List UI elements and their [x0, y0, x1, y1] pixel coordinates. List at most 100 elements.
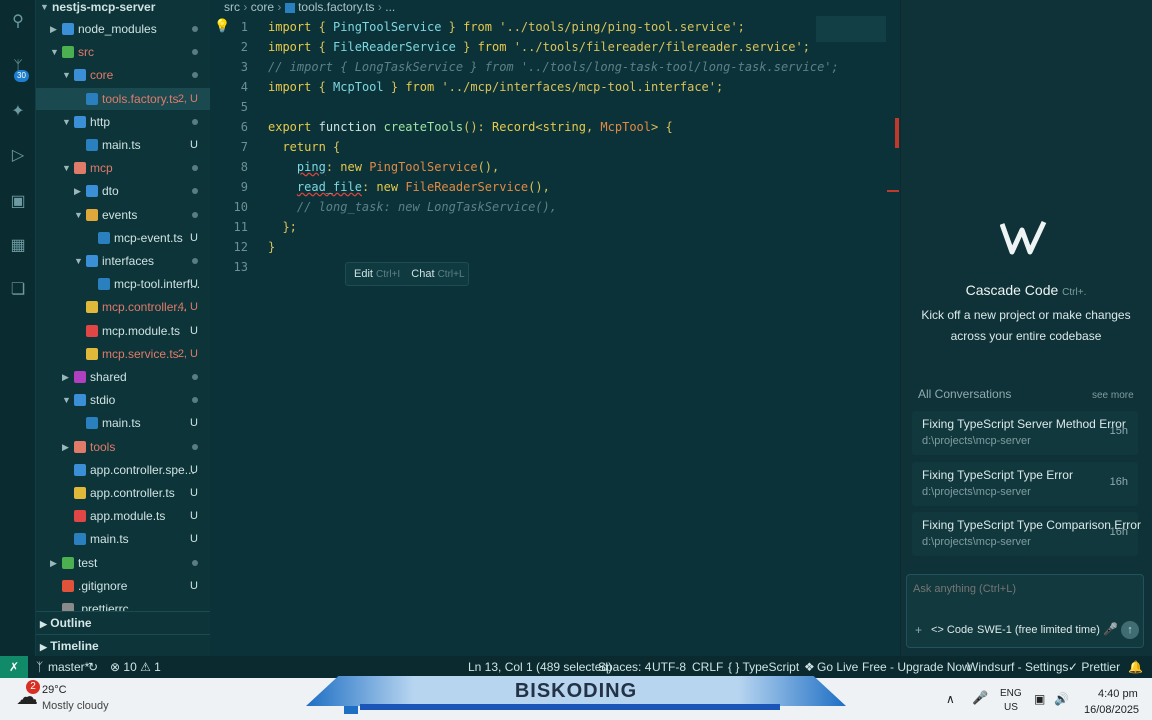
- tree-item[interactable]: ▶ node_modules: [36, 18, 210, 40]
- conversation-item[interactable]: Fixing TypeScript Server Method Error d:\…: [912, 411, 1138, 455]
- tree-item[interactable]: ▼ mcp: [36, 157, 210, 179]
- breadcrumb-file[interactable]: tools.factory.ts: [298, 0, 374, 14]
- cursor-position[interactable]: Ln 13, Col 1 (489 selected): [468, 656, 612, 678]
- problems-count[interactable]: ⊗ 10 ⚠ 1: [110, 656, 161, 678]
- chevron-down-icon[interactable]: ▼: [62, 111, 71, 133]
- tree-item[interactable]: app.controller.ts U: [36, 482, 210, 504]
- tray-up-icon[interactable]: ∧: [946, 692, 955, 706]
- language-mode[interactable]: { } TypeScript: [728, 656, 799, 678]
- ask-box[interactable]: + <> Code SWE-1 (free limited time) 🎤 ↑: [906, 574, 1144, 648]
- search-icon[interactable]: ⚲: [8, 12, 28, 32]
- tree-item[interactable]: ▶ test: [36, 552, 210, 574]
- folder-icon: [74, 394, 86, 407]
- git-status: [192, 250, 198, 272]
- tree-item[interactable]: main.ts U: [36, 412, 210, 434]
- breadcrumb-src[interactable]: src: [224, 0, 240, 14]
- encoding[interactable]: UTF-8: [652, 656, 686, 678]
- conversation-item[interactable]: Fixing TypeScript Type Comparison Error d…: [912, 512, 1141, 556]
- branch-name[interactable]: master*: [48, 656, 89, 678]
- hint-chat[interactable]: Chat: [411, 268, 434, 280]
- upgrade-button[interactable]: Free - Upgrade Now: [862, 656, 971, 678]
- tree-item[interactable]: mcp.controller... 4, U: [36, 296, 210, 318]
- indentation[interactable]: Spaces: 4: [598, 656, 651, 678]
- remote-explorer-icon[interactable]: ▣: [8, 192, 28, 212]
- git-status: 2, U: [177, 92, 198, 105]
- extensions-icon[interactable]: ▦: [8, 236, 28, 256]
- chevron-down-icon[interactable]: ▼: [62, 64, 71, 86]
- tree-item[interactable]: ▼ events: [36, 204, 210, 226]
- code-mode-toggle[interactable]: <> Code: [931, 624, 973, 636]
- microphone-tray-icon[interactable]: 🎤: [972, 690, 988, 706]
- chevron-right-icon[interactable]: ▶: [62, 366, 69, 388]
- clock-date[interactable]: 16/08/2025: [1084, 704, 1139, 716]
- sync-icon[interactable]: ↻: [88, 656, 98, 678]
- tree-item[interactable]: main.ts U: [36, 134, 210, 156]
- breadcrumb-core[interactable]: core: [251, 0, 274, 14]
- chevron-down-icon[interactable]: ▼: [74, 204, 83, 226]
- chevron-right-icon[interactable]: ▶: [50, 552, 57, 574]
- prettier-status[interactable]: ✓ Prettier: [1068, 656, 1120, 678]
- language-indicator[interactable]: ENG: [1000, 688, 1022, 699]
- tree-item[interactable]: mcp-event.ts U: [36, 227, 210, 249]
- chevron-down-icon[interactable]: ▼: [62, 157, 71, 179]
- debug-icon[interactable]: ✦: [8, 102, 28, 122]
- modified-dot: [192, 211, 198, 218]
- chevron-right-icon[interactable]: ▶: [50, 18, 57, 40]
- tree-item[interactable]: app.controller.spe... U: [36, 459, 210, 481]
- explorer-root[interactable]: ▼ nestjs-mcp-server: [36, 0, 210, 18]
- ask-input[interactable]: [913, 583, 1133, 595]
- tree-item[interactable]: mcp.service.ts 2, U: [36, 343, 210, 365]
- tree-item-label: app.module.ts: [90, 509, 166, 524]
- run-icon[interactable]: ▷: [8, 146, 28, 166]
- model-selector[interactable]: SWE-1 (free limited time): [977, 624, 1100, 636]
- tree-item[interactable]: app.module.ts U: [36, 505, 210, 527]
- tree-item[interactable]: ▶ dto: [36, 180, 210, 202]
- breadcrumb-more[interactable]: ...: [385, 0, 395, 14]
- bell-icon[interactable]: 🔔: [1128, 656, 1143, 678]
- tree-item[interactable]: ▶ tools: [36, 436, 210, 458]
- tree-item[interactable]: .gitignore U: [36, 575, 210, 597]
- file-icon: [86, 139, 98, 151]
- remote-icon[interactable]: ✗: [0, 656, 28, 678]
- editor-area[interactable]: [210, 0, 900, 656]
- timeline-section[interactable]: ▶ Timeline: [36, 634, 210, 656]
- hint-edit[interactable]: Edit: [354, 268, 373, 280]
- outline-section[interactable]: ▶ Outline: [36, 611, 210, 633]
- chevron-down-icon[interactable]: ▼: [50, 41, 59, 63]
- tree-item[interactable]: ▶ shared: [36, 366, 210, 388]
- network-icon[interactable]: ▣: [1034, 692, 1045, 706]
- minimap[interactable]: [816, 16, 886, 42]
- tree-item[interactable]: main.ts U: [36, 528, 210, 550]
- see-more-link[interactable]: see more: [1092, 390, 1134, 401]
- microphone-icon[interactable]: 🎤: [1103, 622, 1118, 636]
- tree-item[interactable]: ▼ interfaces: [36, 250, 210, 272]
- file-icon: [74, 463, 86, 476]
- code-line-4: import { McpTool } from '../mcp/interfac…: [268, 80, 724, 94]
- tree-item[interactable]: mcp-tool.interf... U: [36, 273, 210, 295]
- modified-dot: [192, 118, 198, 125]
- weather-desc[interactable]: Mostly cloudy: [42, 700, 109, 712]
- tree-item-label: mcp.module.ts: [102, 323, 181, 338]
- tree-item[interactable]: ▼ stdio: [36, 389, 210, 411]
- weather-temp[interactable]: 29°C: [42, 684, 67, 696]
- conversation-item[interactable]: Fixing TypeScript Type Error d:\projects\…: [912, 461, 1138, 506]
- volume-icon[interactable]: 🔊: [1054, 692, 1069, 706]
- tree-item[interactable]: ▼ http: [36, 111, 210, 133]
- add-context-button[interactable]: +: [915, 623, 922, 637]
- send-icon[interactable]: ↑: [1121, 621, 1139, 639]
- chevron-down-icon[interactable]: ▼: [62, 389, 71, 411]
- tree-item[interactable]: ▼ core: [36, 64, 210, 86]
- tree-item[interactable]: ▼ src: [36, 41, 210, 63]
- package-icon[interactable]: ❏: [8, 280, 28, 300]
- go-live-button[interactable]: Go Live: [817, 656, 858, 678]
- tree-item[interactable]: mcp.module.ts U: [36, 320, 210, 342]
- region-indicator[interactable]: US: [1004, 702, 1018, 713]
- line-ending[interactable]: CRLF: [692, 656, 723, 678]
- tree-item[interactable]: tools.factory.ts 2, U: [36, 87, 210, 110]
- clock-time[interactable]: 4:40 pm: [1098, 688, 1138, 700]
- chevron-down-icon[interactable]: ▼: [74, 250, 83, 272]
- chevron-right-icon[interactable]: ▶: [74, 180, 81, 202]
- folder-icon: [62, 556, 74, 569]
- windsurf-settings[interactable]: Windsurf - Settings: [967, 656, 1068, 678]
- chevron-right-icon[interactable]: ▶: [62, 436, 69, 458]
